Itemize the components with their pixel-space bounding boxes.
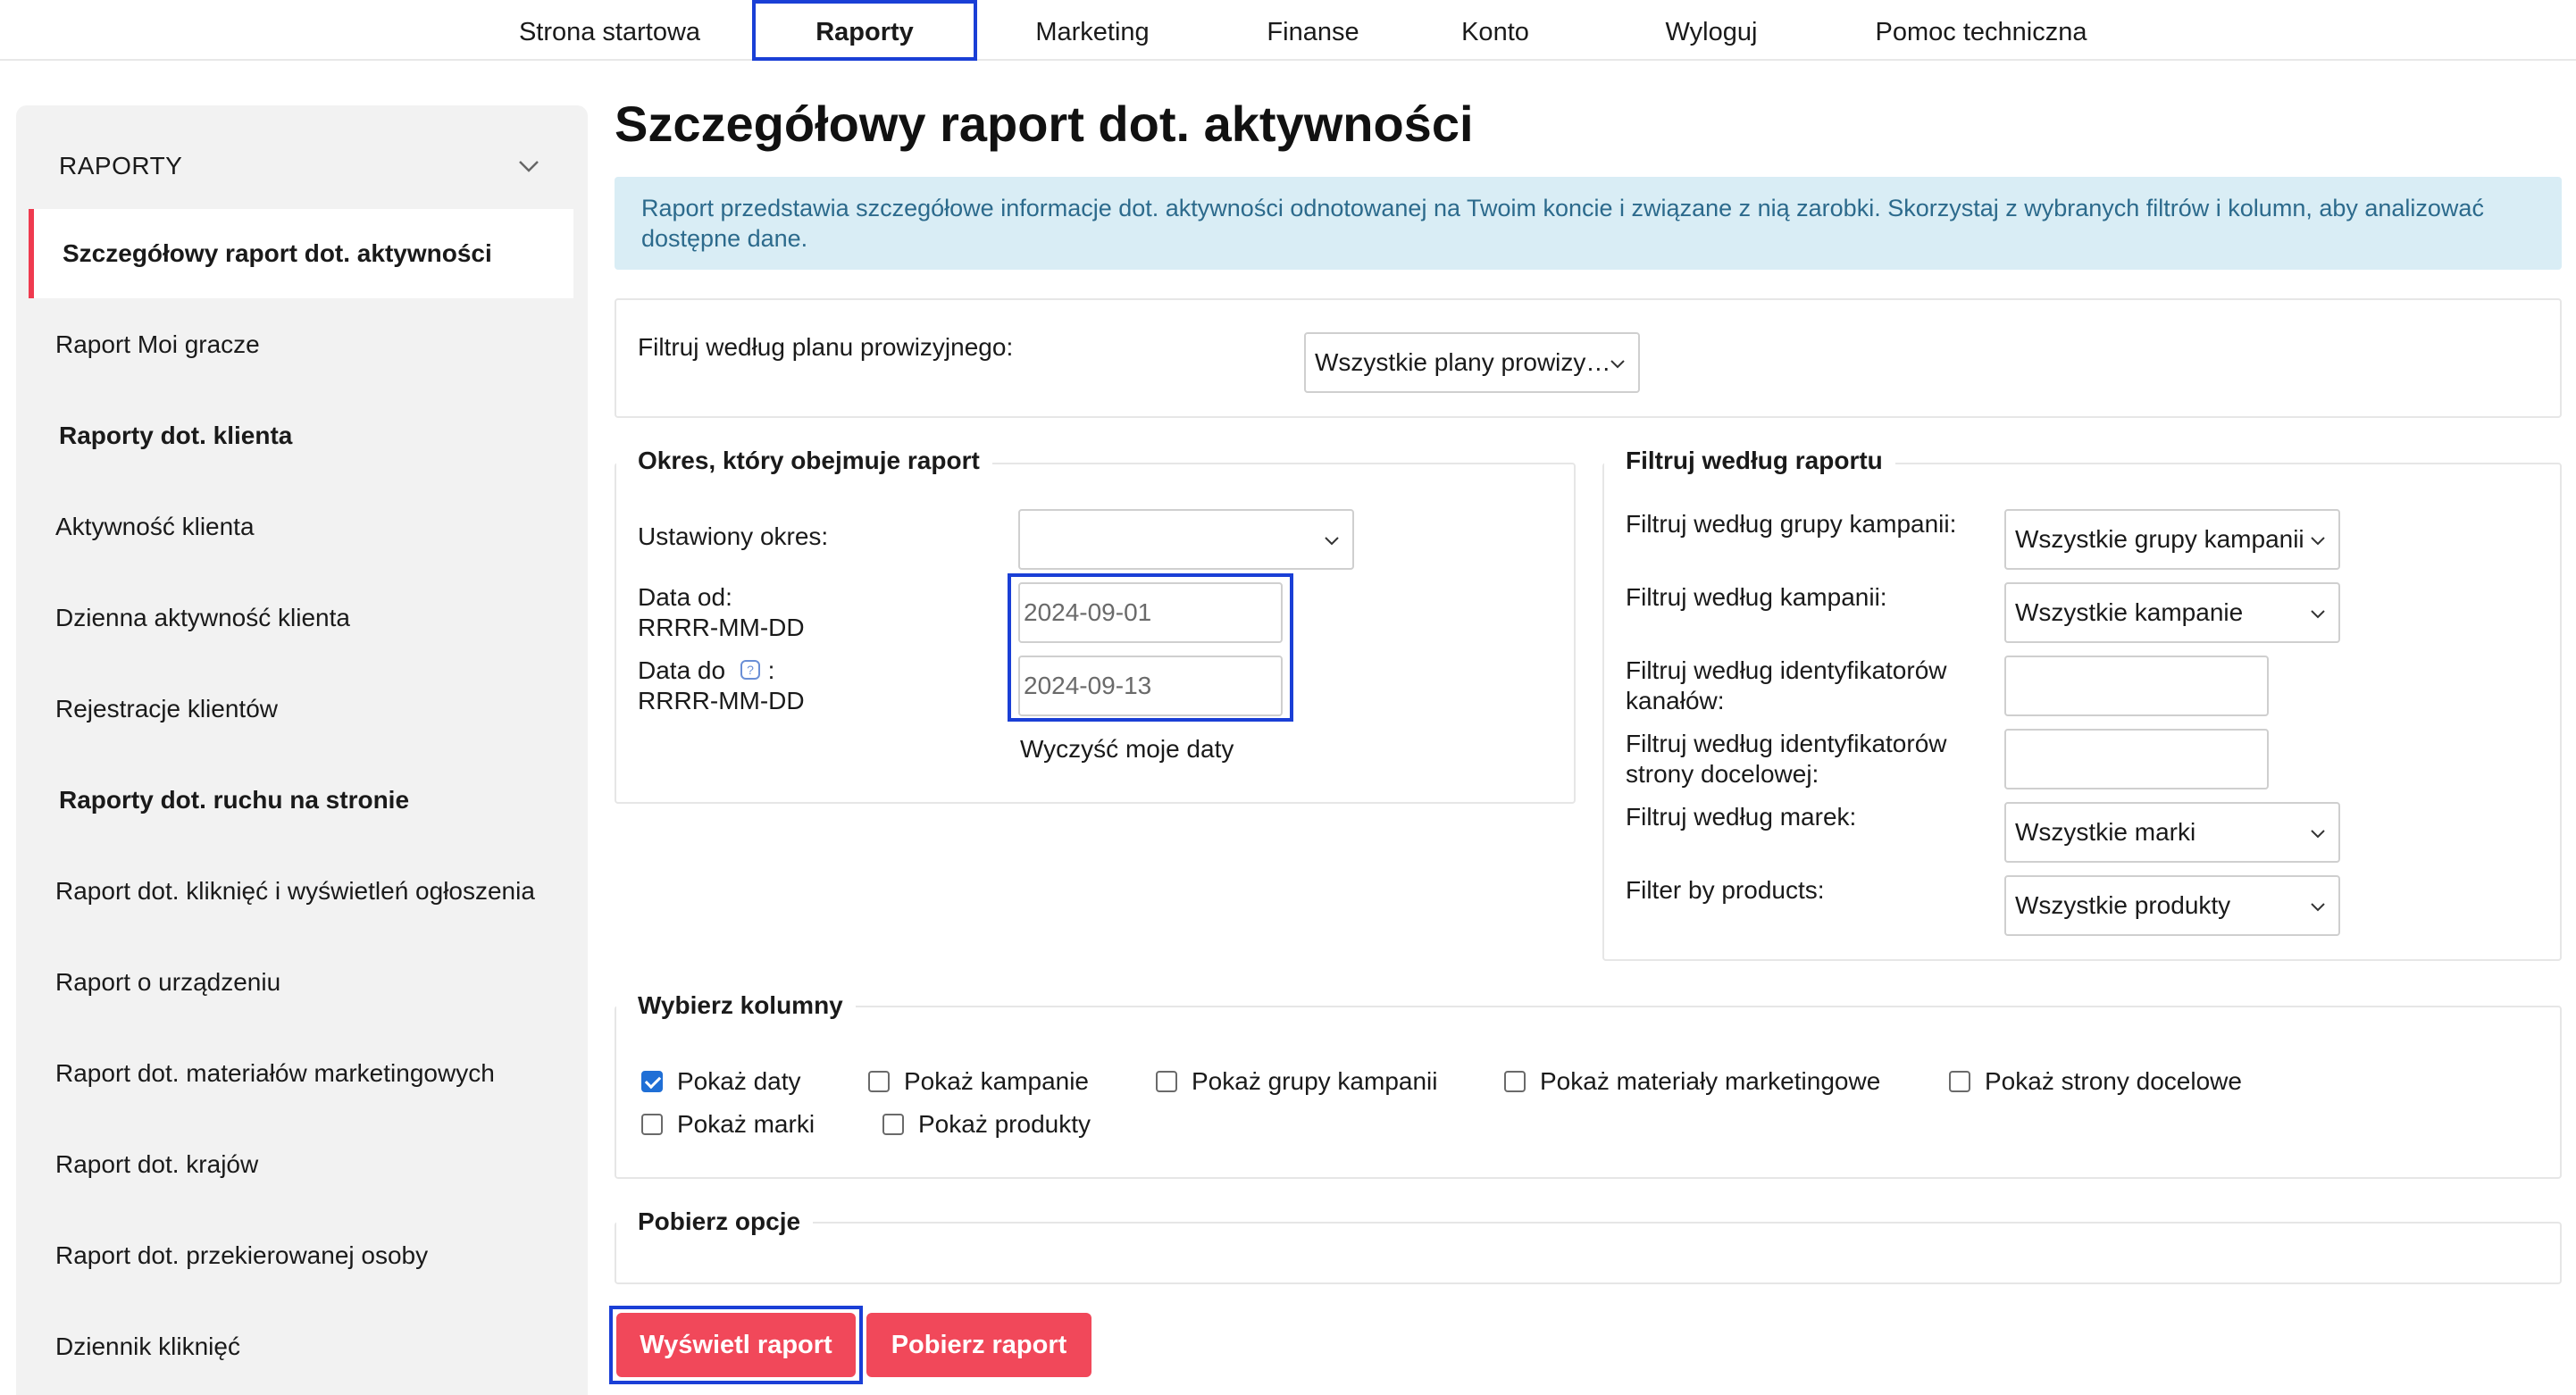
sidebar-item-my-players[interactable]: Raport Moi gracze (55, 330, 260, 359)
chevron-down-icon (2311, 903, 2325, 912)
sidebar-item-click-log[interactable]: Dziennik kliknięć (55, 1332, 240, 1361)
sidebar-item-customer-registrations[interactable]: Rejestracje klientów (55, 695, 278, 723)
campaign-label: Filtruj według kampanii: (1626, 583, 1887, 611)
checkbox-show-marketing-materials[interactable]: Pokaż materiały marketingowe (1504, 1066, 1880, 1097)
landing-ids-input[interactable] (2004, 729, 2269, 789)
set-period-label: Ustawiony okres: (638, 522, 829, 550)
products-select[interactable]: Wszystkie produkty (2004, 875, 2340, 936)
columns-panel: Pokaż daty Pokaż kampanie Pokaż grupy ka… (615, 1006, 2562, 1179)
clear-dates-link[interactable]: Wyczyść moje daty (1020, 734, 1234, 764)
checkbox-unchecked[interactable] (868, 1071, 890, 1092)
channel-ids-label-2: kanałów: (1626, 687, 1725, 714)
products-value: Wszystkie produkty (2015, 891, 2231, 919)
sidebar: RAPORTY Szczegółowy raport dot. aktywnoś… (16, 105, 588, 1395)
top-navigation: Strona startowa Raporty Marketing Finans… (0, 0, 2576, 61)
checkbox-unchecked[interactable] (882, 1114, 904, 1135)
chevron-down-icon (2311, 537, 2325, 546)
commission-filter-panel: Filtruj według planu prowizyjnego: Wszys… (615, 298, 2562, 418)
page-title: Szczegółowy raport dot. aktywności (615, 96, 1474, 152)
period-legend: Okres, który obejmuje raport (616, 447, 992, 475)
channel-ids-input[interactable] (2004, 656, 2269, 716)
help-icon[interactable]: ? (740, 659, 761, 681)
checkbox-label: Pokaż strony docelowe (1985, 1067, 2242, 1095)
download-options-legend: Pobierz opcje (616, 1207, 814, 1236)
sidebar-item-customer-activity[interactable]: Aktywność klienta (55, 513, 255, 541)
nav-item-support[interactable]: Pomoc techniczna (1867, 0, 2095, 61)
nav-item-reports[interactable]: Raporty (752, 0, 977, 61)
svg-text:?: ? (747, 663, 754, 677)
campaign-group-label: Filtruj według grupy kampanii: (1626, 510, 1957, 538)
channel-ids-label: Filtruj według identyfikatorów (1626, 656, 1947, 684)
columns-legend: Wybierz kolumny (616, 991, 856, 1020)
show-report-highlight (609, 1306, 863, 1384)
date-from-format: RRRR-MM-DD (638, 614, 805, 641)
nav-item-marketing[interactable]: Marketing (1018, 0, 1167, 61)
nav-item-account[interactable]: Konto (1443, 0, 1548, 61)
checkbox-show-campaign-groups[interactable]: Pokaż grupy kampanii (1156, 1066, 1437, 1097)
date-to-colon: : (767, 656, 775, 684)
checkbox-label: Pokaż grupy kampanii (1192, 1067, 1438, 1095)
download-options-panel (615, 1222, 2562, 1284)
chevron-down-icon (1610, 360, 1625, 369)
checkbox-unchecked[interactable] (1504, 1071, 1526, 1092)
sidebar-item-detailed-activity[interactable]: Szczegółowy raport dot. aktywności (63, 239, 492, 268)
products-label: Filter by products: (1626, 876, 1825, 904)
landing-ids-field[interactable] (2010, 731, 2267, 788)
campaign-select[interactable]: Wszystkie kampanie (2004, 582, 2340, 643)
date-to-label: Data do (638, 656, 726, 684)
date-fields-highlight (1008, 573, 1293, 722)
sidebar-item-countries[interactable]: Raport dot. krajów (55, 1150, 258, 1179)
checkbox-show-dates[interactable]: Pokaż daty (641, 1066, 801, 1097)
report-filter-legend: Filtruj według raportu (1604, 447, 1895, 475)
campaign-group-select[interactable]: Wszystkie grupy kampanii (2004, 509, 2340, 570)
sidebar-header[interactable]: RAPORTY (59, 152, 182, 180)
set-period-select[interactable] (1018, 509, 1354, 570)
sidebar-item-marketing-materials[interactable]: Raport dot. materiałów marketingowych (55, 1059, 495, 1088)
checkbox-unchecked[interactable] (1156, 1071, 1177, 1092)
campaign-group-value: Wszystkie grupy kampanii (2015, 525, 2304, 553)
sidebar-item-referred-person[interactable]: Raport dot. przekierowanej osoby (55, 1241, 428, 1270)
download-report-button[interactable]: Pobierz raport (866, 1313, 1091, 1377)
chevron-down-icon (1325, 537, 1339, 546)
checkbox-label: Pokaż kampanie (904, 1067, 1090, 1095)
checkbox-label: Pokaż daty (677, 1067, 801, 1095)
nav-item-home[interactable]: Strona startowa (500, 0, 719, 61)
checkbox-label: Pokaż materiały marketingowe (1540, 1067, 1881, 1095)
checkbox-unchecked[interactable] (641, 1114, 663, 1135)
landing-ids-label-2: strony docelowej: (1626, 760, 1819, 788)
date-to-label-row: Data do ? : (638, 656, 774, 686)
brands-select[interactable]: Wszystkie marki (2004, 802, 2340, 863)
nav-item-logout[interactable]: Wyloguj (1643, 0, 1779, 61)
commission-plan-value: Wszystkie plany prowizy… (1315, 348, 1611, 376)
sidebar-section-customer-reports: Raporty dot. klienta (59, 422, 293, 449)
chevron-down-icon (2311, 830, 2325, 839)
checkbox-show-landing-pages[interactable]: Pokaż strony docelowe (1949, 1066, 2242, 1097)
chevron-down-icon (2311, 610, 2325, 619)
brands-label: Filtruj według marek: (1626, 803, 1857, 831)
sidebar-item-clicks-impressions[interactable]: Raport dot. kliknięć i wyświetleń ogłosz… (55, 877, 535, 906)
checkbox-show-brands[interactable]: Pokaż marki (641, 1109, 815, 1140)
chevron-down-icon[interactable] (516, 154, 541, 179)
date-to-format: RRRR-MM-DD (638, 687, 805, 714)
checkbox-label: Pokaż produkty (918, 1110, 1091, 1138)
checkbox-show-campaigns[interactable]: Pokaż kampanie (868, 1066, 1089, 1097)
landing-ids-label: Filtruj według identyfikatorów (1626, 730, 1947, 757)
commission-plan-label: Filtruj według planu prowizyjnego: (638, 333, 1014, 361)
checkbox-show-products[interactable]: Pokaż produkty (882, 1109, 1091, 1140)
date-from-label: Data od: (638, 583, 732, 611)
channel-ids-field[interactable] (2010, 657, 2267, 714)
checkbox-checked[interactable] (641, 1071, 663, 1092)
checkbox-unchecked[interactable] (1949, 1071, 1970, 1092)
nav-item-finance[interactable]: Finanse (1250, 0, 1376, 61)
brands-value: Wszystkie marki (2015, 818, 2196, 846)
info-message: Raport przedstawia szczegółowe informacj… (615, 177, 2562, 270)
checkbox-label: Pokaż marki (677, 1110, 815, 1138)
report-filter-panel: Filtruj według grupy kampanii: Wszystkie… (1602, 463, 2562, 961)
sidebar-section-traffic-reports: Raporty dot. ruchu na stronie (59, 786, 410, 814)
sidebar-item-device-report[interactable]: Raport o urządzeniu (55, 968, 280, 997)
sidebar-item-daily-customer-activity[interactable]: Dzienna aktywność klienta (55, 604, 350, 632)
commission-plan-select[interactable]: Wszystkie plany prowizy… (1304, 332, 1640, 393)
campaign-value: Wszystkie kampanie (2015, 598, 2244, 626)
